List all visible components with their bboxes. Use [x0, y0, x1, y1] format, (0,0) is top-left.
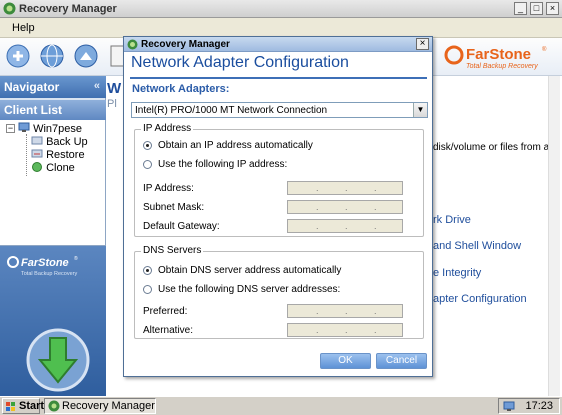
main-scrollbar[interactable]: [548, 76, 560, 396]
start-button[interactable]: Start: [2, 398, 44, 414]
computer-icon: [18, 122, 30, 132]
alternative-dns-field[interactable]: ...: [287, 323, 403, 337]
close-button[interactable]: ×: [546, 2, 559, 15]
ip-auto-label[interactable]: Obtain an IP address automatically: [158, 140, 313, 151]
add-client-icon[interactable]: [4, 42, 32, 70]
tree-root-label: Win7pese: [33, 123, 82, 135]
dialog-heading: Network Adapter Configuration: [131, 54, 349, 71]
app-icon: [3, 2, 16, 15]
taskbar: Start Recovery Manager 17:23: [0, 396, 562, 415]
tree-expander[interactable]: −: [6, 124, 15, 133]
ip-address-label: IP Address:: [143, 183, 194, 194]
subnet-mask-label: Subnet Mask:: [143, 202, 205, 213]
taskbar-item-label: Recovery Manager: [62, 400, 155, 412]
clock: 17:23: [525, 400, 553, 412]
network-adapter-select[interactable]: Intel(R) PRO/1000 MT Network Connection …: [131, 102, 428, 118]
menu-help[interactable]: Help: [12, 22, 35, 34]
network-adapter-dialog: Recovery Manager × Network Adapter Confi…: [123, 36, 433, 377]
farstone-logo-icon: FarStone ® Total Backup Recovery: [444, 45, 547, 70]
client-list-header: Client List: [0, 100, 106, 120]
nav-brand-name: FarStone: [21, 257, 69, 269]
link-command-shell[interactable]: and Shell Window: [433, 240, 521, 252]
start-label: Start: [19, 400, 45, 412]
dns-manual-radio[interactable]: [143, 285, 152, 294]
ip-manual-radio[interactable]: [143, 160, 152, 169]
alternative-dns-label: Alternative:: [143, 325, 194, 336]
dialog-app-icon: [127, 39, 138, 50]
ip-address-group: IP Address Obtain an IP address automati…: [134, 123, 424, 237]
ip-manual-label[interactable]: Use the following IP address:: [158, 159, 287, 170]
client-tree: − Win7pese Back Up Restore Clone: [0, 120, 105, 246]
main-description-fragment: disk/volume or files from a: [433, 142, 550, 153]
dialog-title: Recovery Manager: [141, 39, 230, 50]
dns-auto-radio[interactable]: [143, 266, 152, 275]
system-tray: 17:23: [498, 398, 560, 414]
ip-address-field[interactable]: ...: [287, 181, 403, 195]
dropdown-arrow-icon[interactable]: ▼: [413, 103, 427, 117]
ok-button[interactable]: OK: [320, 353, 371, 369]
restore-arrow-icon: [26, 328, 90, 392]
preferred-dns-field[interactable]: ...: [287, 304, 403, 318]
dialog-close-button[interactable]: ×: [416, 38, 429, 50]
collapse-chevron-icon[interactable]: «: [94, 80, 100, 92]
adapter-selected-value: Intel(R) PRO/1000 MT Network Connection: [135, 105, 328, 116]
tree-node-clone[interactable]: Clone: [31, 161, 75, 174]
nav-brand-tagline: Total Backup Recovery: [21, 271, 77, 277]
dns-servers-group: DNS Servers Obtain DNS server address au…: [134, 245, 424, 339]
tree-node-backup[interactable]: Back Up: [31, 135, 88, 148]
network-globe-icon[interactable]: [72, 42, 100, 70]
navigator-bottom-panel: FarStone ® Total Backup Recovery: [0, 246, 106, 396]
window-titlebar: Recovery Manager _ □ ×: [0, 0, 562, 18]
tree-node-root[interactable]: Win7pese: [18, 122, 82, 135]
navigator-title: Navigator: [4, 80, 60, 94]
farstone-small-logo-icon: FarStone ® Total Backup Recovery: [7, 255, 78, 277]
taskbar-app-icon: [48, 400, 60, 412]
nav-brand-registered: ®: [74, 255, 78, 262]
default-gateway-label: Default Gateway:: [143, 221, 220, 232]
brand-name: FarStone: [466, 46, 531, 63]
link-file-integrity[interactable]: e Integrity: [433, 267, 481, 279]
minimize-button[interactable]: _: [514, 2, 527, 15]
dialog-titlebar: Recovery Manager ×: [124, 37, 432, 52]
subnet-mask-field[interactable]: ...: [287, 200, 403, 214]
dns-manual-label[interactable]: Use the following DNS server addresses:: [158, 284, 340, 295]
dns-auto-label[interactable]: Obtain DNS server address automatically: [158, 265, 341, 276]
taskbar-item-recovery-manager[interactable]: Recovery Manager: [44, 398, 156, 414]
menu-bar: Help: [0, 18, 562, 38]
ip-auto-radio[interactable]: [143, 141, 152, 150]
cancel-button[interactable]: Cancel: [376, 353, 427, 369]
tree-backup-label: Back Up: [46, 136, 88, 148]
default-gateway-field[interactable]: ...: [287, 219, 403, 233]
navigator-header: Navigator «: [0, 76, 106, 98]
preferred-dns-label: Preferred:: [143, 306, 188, 317]
heading-divider: [130, 77, 427, 79]
maximize-button[interactable]: □: [530, 2, 543, 15]
navigator-panel: Navigator « Client List − Win7pese Back …: [0, 76, 106, 396]
backup-icon: [31, 136, 43, 145]
globe-connect-icon[interactable]: [38, 42, 66, 70]
restore-icon: [31, 149, 43, 158]
start-flag-icon: [6, 402, 15, 411]
window-title: Recovery Manager: [19, 3, 117, 15]
brand-registered: ®: [542, 46, 547, 53]
tree-clone-label: Clone: [46, 162, 75, 174]
ip-group-title: IP Address: [141, 123, 194, 134]
main-subtext-fragment: Pl: [107, 98, 117, 110]
dns-group-title: DNS Servers: [141, 245, 204, 256]
network-adapters-label: Network Adapters:: [132, 83, 230, 95]
tree-node-restore[interactable]: Restore: [31, 148, 85, 161]
link-adapter-config[interactable]: apter Configuration: [433, 293, 527, 305]
brand-tagline: Total Backup Recovery: [466, 63, 538, 70]
tree-restore-label: Restore: [46, 149, 85, 161]
network-tray-icon[interactable]: [503, 401, 515, 412]
clone-icon: [32, 162, 42, 172]
link-network-drive[interactable]: rk Drive: [433, 214, 471, 226]
main-heading-fragment: W: [107, 80, 122, 97]
